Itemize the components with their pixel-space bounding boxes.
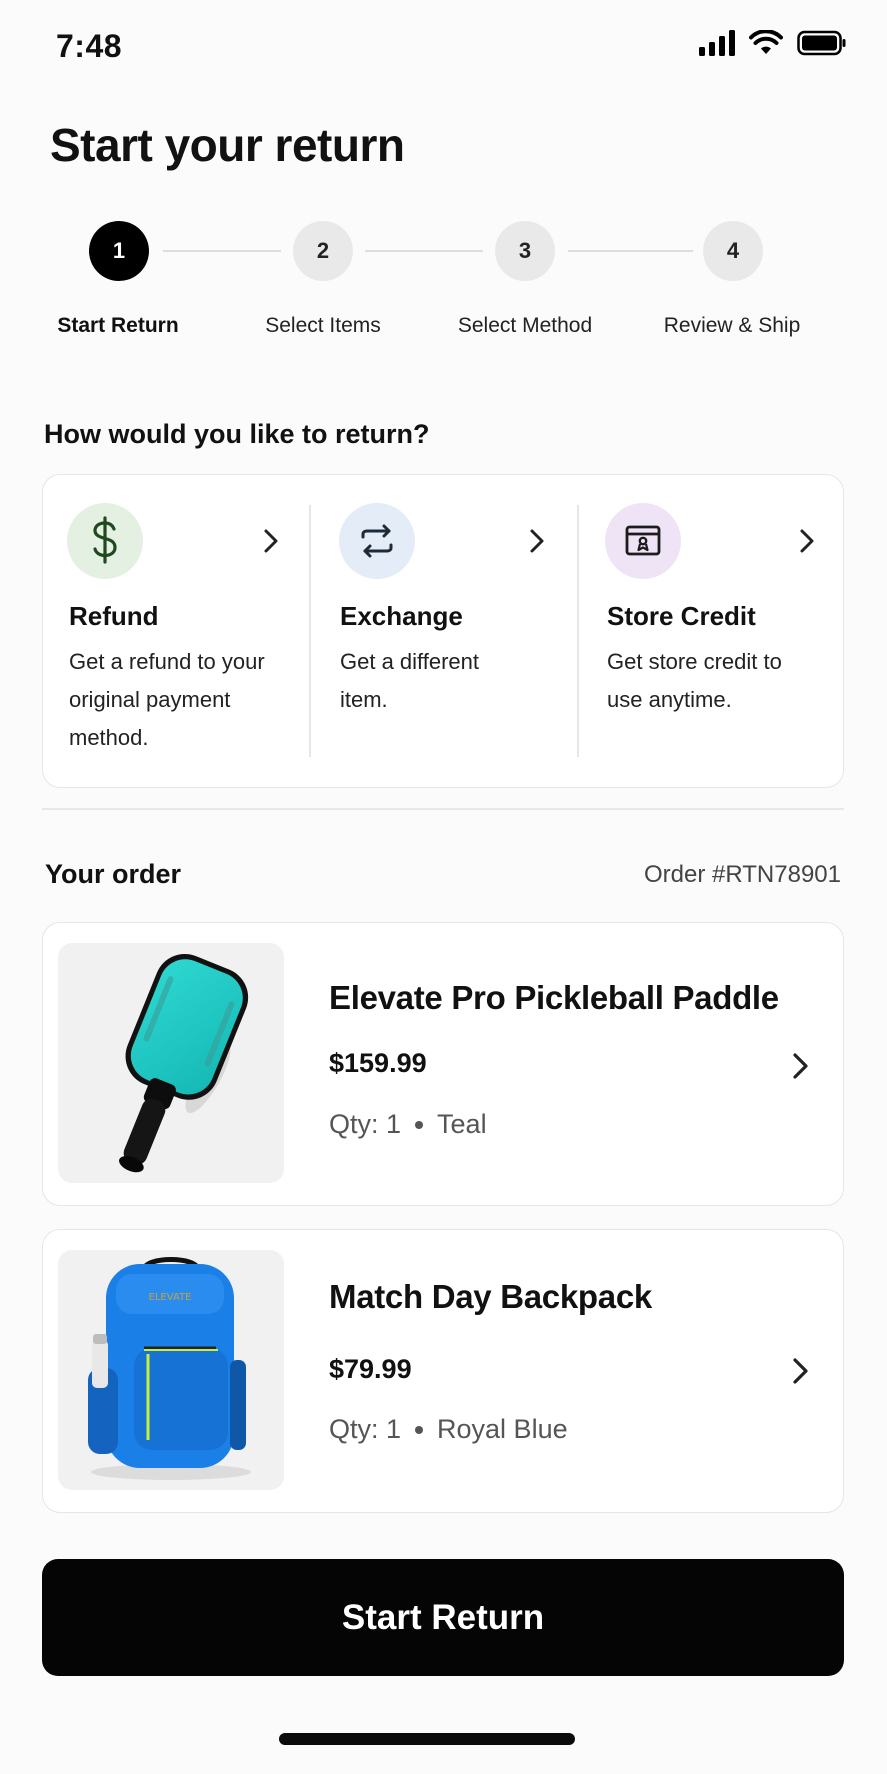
step-3-label: Select Method (457, 314, 593, 337)
item-color: Teal (437, 1109, 487, 1139)
step-1-indicator[interactable]: 1 (89, 221, 149, 281)
dollar-icon (67, 503, 143, 579)
step-connector (163, 250, 281, 252)
order-item-backpack[interactable]: ELEVATE Match Day Backpack $79.99 Qty: 1… (42, 1229, 844, 1513)
item-color: Royal Blue (437, 1414, 568, 1444)
exchange-arrows-icon (339, 503, 415, 579)
pickleball-paddle-image (58, 943, 284, 1183)
item-name: Match Day Backpack (329, 1278, 652, 1315)
order-heading: Your order (45, 859, 182, 889)
separator-dot (415, 1120, 424, 1129)
step-connector (365, 250, 483, 252)
order-item-paddle[interactable]: Elevate Pro Pickleball Paddle $159.99 Qt… (42, 922, 844, 1206)
chevron-right-icon (793, 1358, 808, 1384)
step-2-indicator[interactable]: 2 (293, 221, 353, 281)
status-icons (699, 30, 847, 56)
step-4-label: Review & Ship (663, 314, 801, 337)
exchange-option[interactable]: Exchange Get a different item. (311, 475, 577, 787)
item-price: $159.99 (329, 1048, 427, 1078)
chevron-right-icon (800, 529, 814, 553)
battery-icon (797, 30, 846, 56)
step-3-indicator[interactable]: 3 (495, 221, 555, 281)
chevron-right-icon (530, 529, 544, 553)
order-number: Order #RTN78901 (644, 861, 841, 888)
item-meta: Qty: 1 Teal (329, 1109, 487, 1140)
store-credit-option[interactable]: Store Credit Get store credit to use any… (579, 475, 845, 787)
chevron-right-icon (264, 529, 278, 553)
home-indicator[interactable] (279, 1733, 575, 1745)
signal-icon (699, 30, 735, 56)
status-time: 7:48 (56, 28, 123, 64)
separator-dot (415, 1425, 424, 1434)
wifi-icon (749, 30, 783, 54)
step-4-indicator[interactable]: 4 (703, 221, 763, 281)
step-connector (568, 250, 693, 252)
step-2-label: Select Items (265, 314, 381, 337)
step-1-label: Start Return (57, 314, 179, 337)
backpack-image: ELEVATE (58, 1250, 284, 1490)
section-divider (42, 808, 844, 810)
item-price: $79.99 (329, 1354, 412, 1384)
return-methods-card: Refund Get a refund to your original pay… (42, 474, 844, 788)
chevron-right-icon (793, 1053, 808, 1079)
item-qty: Qty: 1 (329, 1414, 402, 1444)
page-title: Start your return (50, 119, 405, 171)
backpack-brand-logo: ELEVATE (149, 1292, 192, 1303)
item-name: Elevate Pro Pickleball Paddle (329, 979, 779, 1016)
return-method-heading: How would you like to return? (44, 419, 430, 449)
store-credit-description: Get store credit to use anytime. (607, 649, 782, 712)
store-credit-icon (605, 503, 681, 579)
refund-description: Get a refund to your original payment me… (69, 649, 265, 750)
exchange-title: Exchange (340, 601, 463, 631)
item-meta: Qty: 1 Royal Blue (329, 1414, 568, 1445)
exchange-description: Get a different item. (340, 649, 480, 712)
store-credit-title: Store Credit (607, 601, 756, 631)
item-qty: Qty: 1 (329, 1109, 402, 1139)
refund-option[interactable]: Refund Get a refund to your original pay… (43, 475, 309, 787)
refund-title: Refund (69, 601, 159, 631)
start-return-button[interactable]: Start Return (42, 1559, 844, 1676)
status-bar: 7:48 (0, 0, 887, 96)
